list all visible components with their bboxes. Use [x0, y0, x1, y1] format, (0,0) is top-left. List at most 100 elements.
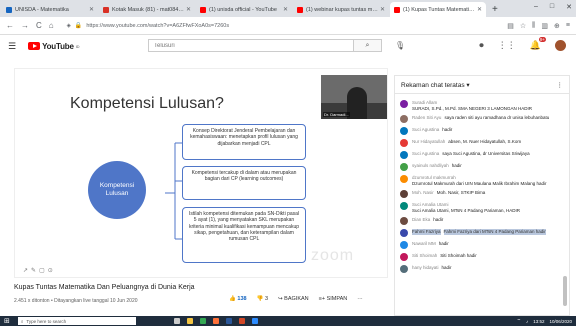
task-view-icon[interactable]	[173, 318, 180, 324]
chat-avatar-icon[interactable]	[400, 229, 408, 237]
chat-message: dzumrotul makmurrah Dzumrotul Makmurah da…	[395, 173, 563, 188]
word-icon[interactable]	[225, 318, 232, 324]
back-button[interactable]: ←	[6, 21, 14, 30]
chat-avatar-icon[interactable]	[400, 127, 408, 135]
chat-author[interactable]: Siti Shoimah	[412, 253, 437, 259]
firefox-icon[interactable]	[212, 318, 219, 324]
sidebar-icon[interactable]: ▥	[541, 22, 548, 30]
avatar[interactable]	[555, 40, 566, 51]
search-input[interactable]	[149, 42, 353, 49]
chat-avatar-icon[interactable]	[400, 265, 408, 273]
chat-message: Suci Agustina hadir	[395, 125, 563, 137]
extension-icon[interactable]: ⊕	[554, 22, 560, 30]
hamburger-menu-icon[interactable]: ☰	[8, 41, 16, 52]
dislike-button[interactable]: 👎 3	[257, 296, 268, 302]
chat-message: Raden Siti Ayu saya raden siti ayu ramadh…	[395, 113, 563, 125]
zoom-watermark: zoom	[311, 247, 355, 264]
microphone-icon[interactable]: 🎙	[395, 41, 405, 50]
chat-avatar-icon[interactable]	[400, 139, 408, 147]
chat-text: hadir	[441, 265, 452, 270]
clock-time[interactable]: 13:52	[533, 319, 544, 324]
more-actions-button[interactable]: ···	[357, 296, 363, 302]
chat-avatar-icon[interactable]	[400, 151, 408, 159]
chrome-icon[interactable]	[199, 318, 206, 324]
tab-close-icon[interactable]: ✕	[477, 6, 482, 13]
windows-start-icon[interactable]: ⊞	[4, 317, 10, 325]
browser-menu-icon[interactable]: ≡	[566, 22, 570, 30]
video-player[interactable]: Kompetensi Lulusan? Dr. Darmadi... Kompe…	[14, 68, 388, 278]
browser-tab[interactable]: (1) webinar kupas tuntas mate... ✕	[293, 2, 389, 17]
chat-author[interactable]: Nawaril MM	[412, 241, 436, 247]
search-icon: ⌕	[20, 318, 24, 324]
home-button[interactable]: ⌂	[49, 21, 54, 30]
create-video-icon[interactable]: ⏺	[479, 40, 484, 51]
pen-icon[interactable]: ✎	[31, 267, 36, 274]
network-icon[interactable]: ⌔	[517, 318, 521, 324]
tab-close-icon[interactable]: ✕	[380, 6, 385, 13]
browser-tab-active[interactable]: (1) Kupas Tuntas Matematik... ✕	[390, 2, 486, 17]
library-icon[interactable]: ⫼	[532, 22, 535, 30]
chat-author[interactable]: hany hidayati	[412, 265, 439, 271]
chat-author[interactable]: Moh. Nasir	[412, 190, 434, 196]
forward-button[interactable]: →	[21, 21, 29, 30]
chat-author[interactable]: syainuls nahdliyah	[412, 163, 449, 169]
taskbar-search[interactable]: ⌕ Type here to search	[17, 317, 136, 325]
chat-avatar-icon[interactable]	[400, 115, 408, 123]
chat-avatar-icon[interactable]	[400, 241, 408, 249]
video-title: Kupas Tuntas Matematika Dan Peluangnya d…	[14, 284, 195, 291]
apps-grid-icon[interactable]: ⋮⋮	[498, 40, 516, 51]
chat-avatar-icon[interactable]	[400, 163, 408, 171]
minimize-button[interactable]: –	[534, 3, 538, 11]
new-tab-button[interactable]: +	[487, 2, 503, 17]
scrollbar-thumb[interactable]	[563, 276, 567, 306]
close-window-button[interactable]: ✕	[566, 3, 572, 11]
bookmark-star-icon[interactable]: ☆	[520, 22, 526, 30]
chat-text: hadir	[438, 241, 449, 246]
chat-avatar-icon[interactable]	[400, 100, 408, 108]
search-button[interactable]: ⌕	[353, 40, 381, 51]
chat-author[interactable]: Raden Siti Ayu	[412, 115, 441, 121]
browser-tab[interactable]: UNISDA - Matematika ✕	[2, 2, 98, 17]
chat-text: Suci Amalia Utami, MTsN 4 Padang Pariama…	[412, 207, 521, 213]
video-meta: 2.451 x ditonton • Ditayangkan live tang…	[14, 298, 138, 304]
chat-author[interactable]: Dian Eka	[412, 217, 430, 223]
arrow-icon[interactable]: ↗	[23, 267, 28, 274]
chat-author[interactable]: Fahmi Fazriya	[412, 229, 441, 235]
slides-icon[interactable]: ▢	[39, 267, 45, 274]
chat-menu-icon[interactable]: ⋮	[557, 81, 564, 89]
chat-avatar-icon[interactable]	[400, 202, 408, 210]
volume-icon[interactable]: ♪	[526, 319, 528, 324]
chat-message: Siti Shoimah Siti Shoimah hadir	[395, 251, 563, 263]
zoom-icon[interactable]	[251, 318, 258, 324]
file-explorer-icon[interactable]	[186, 318, 193, 324]
maximize-button[interactable]: □	[550, 3, 554, 11]
chat-author[interactable]: Nur Hidayatullah	[412, 139, 445, 145]
url-field[interactable]: ◈ 🔒 https://www.youtube.com/watch?v=A6ZF…	[61, 20, 501, 32]
powerpoint-icon[interactable]	[238, 318, 245, 324]
tab-close-icon[interactable]: ✕	[283, 6, 288, 13]
chat-author[interactable]: Suci Agustina	[412, 127, 439, 133]
chat-text: Dzumrotul Makmurah dari UIN Maulana Mali…	[412, 180, 547, 186]
save-button[interactable]: ≡+ SIMPAN	[319, 296, 348, 302]
chat-scrollbar[interactable]	[563, 98, 567, 312]
tab-title: (1) Kupas Tuntas Matematik...	[403, 6, 475, 13]
slide-title: Kompetensi Lulusan?	[70, 95, 224, 112]
share-button[interactable]: ↪ BAGIKAN	[278, 296, 309, 302]
more-icon[interactable]: ⊙	[48, 267, 53, 274]
tab-close-icon[interactable]: ✕	[89, 6, 94, 13]
clock-date[interactable]: 10/06/2020	[549, 319, 572, 324]
chat-avatar-icon[interactable]	[400, 190, 408, 198]
chat-avatar-icon[interactable]	[400, 175, 408, 183]
youtube-logo[interactable]: YouTube ID	[28, 42, 80, 51]
browser-tab[interactable]: (1) unisda official - YouTube ✕	[196, 2, 292, 17]
chat-author[interactable]: Suci Agustina	[412, 151, 439, 157]
chat-avatar-icon[interactable]	[400, 217, 408, 225]
reader-icon[interactable]: ▤	[507, 22, 514, 30]
chat-avatar-icon[interactable]	[400, 253, 408, 261]
chat-mode-dropdown[interactable]: Rekaman chat teratas ▾	[401, 81, 470, 89]
like-button[interactable]: 👍 138	[229, 296, 247, 302]
reload-button[interactable]: C	[36, 21, 42, 30]
browser-tab[interactable]: Kotak Masuk (81) - mat084@... ✕	[99, 2, 195, 17]
notification-bell-icon[interactable]: 🔔 9+	[530, 37, 546, 51]
tab-close-icon[interactable]: ✕	[186, 6, 191, 13]
